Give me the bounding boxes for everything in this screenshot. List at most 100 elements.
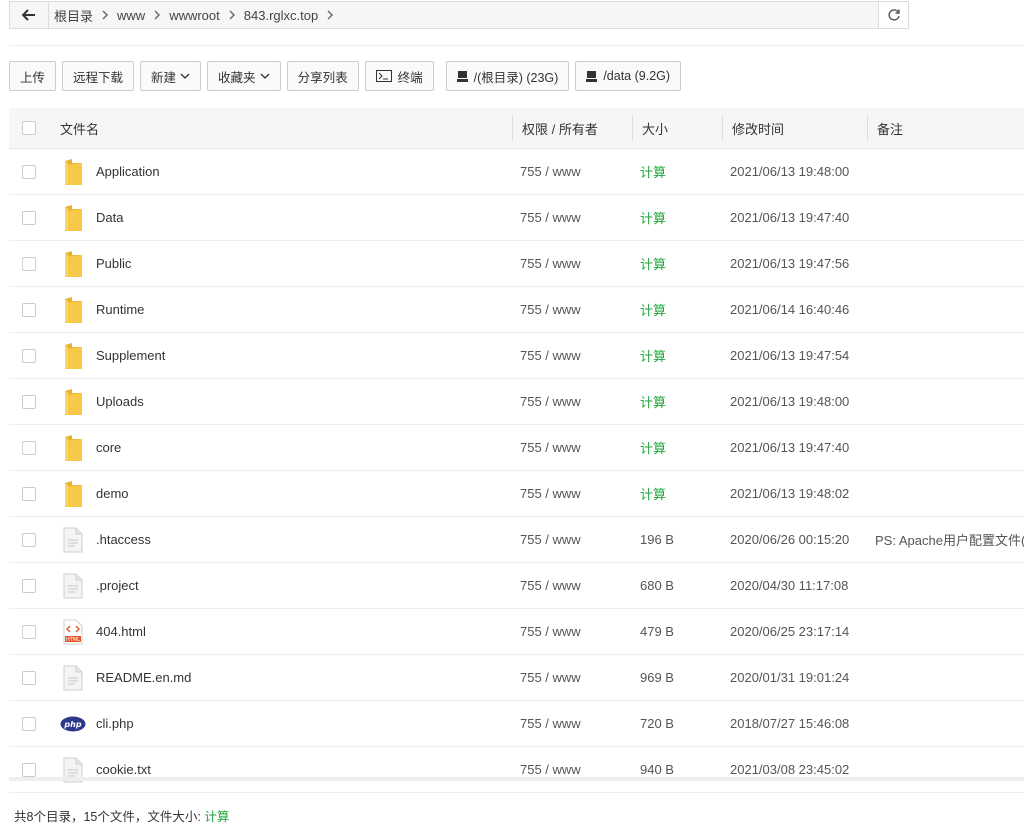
disk-data-button[interactable]: /data (9.2G) xyxy=(575,61,682,91)
file-note[interactable] xyxy=(875,241,1024,286)
table-row[interactable]: Application 755 / www 计算 2021/06/13 19:48:0… xyxy=(9,149,1024,195)
header-permission[interactable]: 权限 / 所有者 xyxy=(522,108,598,148)
file-note[interactable]: PS: Apache用户配置文件(伪 xyxy=(875,517,1024,562)
file-permission[interactable]: 755 / www xyxy=(520,287,581,332)
header-modified-time[interactable]: 修改时间 xyxy=(732,108,784,148)
back-button[interactable] xyxy=(10,2,49,28)
file-note[interactable] xyxy=(875,149,1024,194)
file-name[interactable]: cli.php xyxy=(96,701,134,746)
upload-button[interactable]: 上传 xyxy=(9,61,57,91)
file-name[interactable]: Application xyxy=(96,149,160,194)
file-permission[interactable]: 755 / www xyxy=(520,655,581,700)
file-name[interactable]: Supplement xyxy=(96,333,165,378)
breadcrumb-wwwroot[interactable]: wwwroot xyxy=(169,8,220,23)
file-permission[interactable]: 755 / www xyxy=(520,609,581,654)
row-checkbox[interactable] xyxy=(22,624,36,639)
file-size[interactable]: 计算 xyxy=(640,471,666,516)
new-dropdown-button[interactable]: 新建 xyxy=(140,61,202,91)
select-all-checkbox[interactable] xyxy=(22,121,36,135)
row-checkbox[interactable] xyxy=(22,486,36,501)
file-note[interactable] xyxy=(875,563,1024,608)
table-row[interactable]: core 755 / www 计算 2021/06/13 19:47:40 xyxy=(9,425,1024,471)
row-checkbox[interactable] xyxy=(22,440,36,455)
file-size[interactable]: 计算 xyxy=(640,149,666,194)
row-checkbox[interactable] xyxy=(22,348,36,363)
file-permission[interactable]: 755 / www xyxy=(520,333,581,378)
row-checkbox[interactable] xyxy=(22,210,36,225)
row-checkbox[interactable] xyxy=(22,578,36,593)
breadcrumb-site[interactable]: 843.rglxc.top xyxy=(244,8,318,23)
row-checkbox[interactable] xyxy=(22,394,36,409)
file-permission[interactable]: 755 / www xyxy=(520,241,581,286)
file-note[interactable] xyxy=(875,425,1024,470)
file-name[interactable]: 404.html xyxy=(96,609,146,654)
file-name[interactable]: Runtime xyxy=(96,287,144,332)
table-row[interactable]: Runtime 755 / www 计算 2021/06/14 16:40:46 xyxy=(9,287,1024,333)
file-note[interactable] xyxy=(875,655,1024,700)
file-name[interactable]: Uploads xyxy=(96,379,144,424)
table-row[interactable]: .htaccess 755 / www 196 B 2020/06/26 00:15:… xyxy=(9,517,1024,563)
file-size[interactable]: 计算 xyxy=(640,425,666,470)
header-size[interactable]: 大小 xyxy=(642,108,668,148)
table-row[interactable]: Data 755 / www 计算 2021/06/13 19:47:40 xyxy=(9,195,1024,241)
file-permission[interactable]: 755 / www xyxy=(520,425,581,470)
file-name[interactable]: cookie.txt xyxy=(96,747,151,792)
file-permission[interactable]: 755 / www xyxy=(520,563,581,608)
row-checkbox[interactable] xyxy=(22,164,36,179)
file-note[interactable] xyxy=(875,701,1024,746)
table-row[interactable]: Supplement 755 / www 计算 2021/06/13 19:47:54 xyxy=(9,333,1024,379)
file-permission[interactable]: 755 / www xyxy=(520,149,581,194)
file-permission[interactable]: 755 / www xyxy=(520,471,581,516)
file-name[interactable]: .htaccess xyxy=(96,517,151,562)
row-checkbox[interactable] xyxy=(22,256,36,271)
terminal-button[interactable]: 终端 xyxy=(364,61,434,91)
breadcrumb-root[interactable]: 根目录 xyxy=(54,6,93,25)
row-checkbox[interactable] xyxy=(22,670,36,685)
file-size[interactable]: 计算 xyxy=(640,333,666,378)
row-checkbox[interactable] xyxy=(22,716,36,731)
table-row[interactable]: php cli.php 755 / www 720 B 2018/07/27 15:46… xyxy=(9,701,1024,747)
file-name[interactable]: README.en.md xyxy=(96,655,191,700)
file-name[interactable]: .project xyxy=(96,563,139,608)
file-note[interactable] xyxy=(875,471,1024,516)
share-list-button[interactable]: 分享列表 xyxy=(286,61,359,91)
file-note[interactable] xyxy=(875,609,1024,654)
file-permission[interactable]: 755 / www xyxy=(520,379,581,424)
file-permission[interactable]: 755 / www xyxy=(520,747,581,792)
table-row[interactable]: Public 755 / www 计算 2021/06/13 19:47:56 xyxy=(9,241,1024,287)
remote-download-button[interactable]: 远程下载 xyxy=(62,61,135,91)
table-row[interactable]: HTML 404.html 755 / www 479 B 2020/06/25 23:… xyxy=(9,609,1024,655)
svg-text:HTML: HTML xyxy=(66,637,80,643)
refresh-button[interactable] xyxy=(878,2,908,28)
row-checkbox[interactable] xyxy=(22,762,36,777)
file-permission[interactable]: 755 / www xyxy=(520,701,581,746)
disk-root-button[interactable]: /(根目录) (23G) xyxy=(445,61,570,91)
file-note[interactable] xyxy=(875,747,1024,792)
table-row[interactable]: Uploads 755 / www 计算 2021/06/13 19:48:00 xyxy=(9,379,1024,425)
favorites-dropdown-button[interactable]: 收藏夹 xyxy=(207,61,281,91)
file-size[interactable]: 计算 xyxy=(640,195,666,240)
table-row[interactable]: .project 755 / www 680 B 2020/04/30 11:17:0… xyxy=(9,563,1024,609)
file-size[interactable]: 计算 xyxy=(640,241,666,286)
file-permission[interactable]: 755 / www xyxy=(520,517,581,562)
calculate-total-link[interactable]: 计算 xyxy=(204,810,229,824)
breadcrumb-www[interactable]: www xyxy=(117,8,145,23)
file-note[interactable] xyxy=(875,287,1024,332)
table-row[interactable]: README.en.md 755 / www 969 B 2020/01/31 19:… xyxy=(9,655,1024,701)
file-name[interactable]: Public xyxy=(96,241,131,286)
header-note[interactable]: 备注 xyxy=(877,108,903,148)
file-name[interactable]: demo xyxy=(96,471,129,516)
file-note[interactable] xyxy=(875,333,1024,378)
file-size[interactable]: 计算 xyxy=(640,379,666,424)
row-checkbox[interactable] xyxy=(22,302,36,317)
table-row[interactable]: cookie.txt 755 / www 940 B 2021/03/08 23:45… xyxy=(9,747,1024,793)
file-name[interactable]: Data xyxy=(96,195,123,240)
file-note[interactable] xyxy=(875,195,1024,240)
file-name[interactable]: core xyxy=(96,425,121,470)
file-permission[interactable]: 755 / www xyxy=(520,195,581,240)
file-note[interactable] xyxy=(875,379,1024,424)
table-row[interactable]: demo 755 / www 计算 2021/06/13 19:48:02 xyxy=(9,471,1024,517)
file-size[interactable]: 计算 xyxy=(640,287,666,332)
row-checkbox[interactable] xyxy=(22,532,36,547)
header-name[interactable]: 文件名 xyxy=(60,108,99,148)
